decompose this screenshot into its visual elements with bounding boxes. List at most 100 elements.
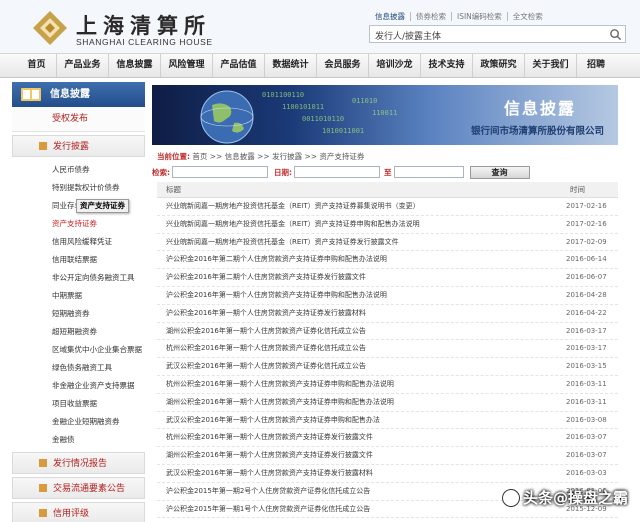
nav-training[interactable]: 培训沙龙: [369, 54, 421, 77]
row-date: 2016-06-07: [566, 273, 607, 282]
table-row: 兴业皖新阅嘉一期房地产投资信托基金（REIT）资产支持证券发行披露文件 2017-…: [157, 234, 618, 252]
table-row: 武汉公积金2016年第一期个人住房贷款资产支持证券申购和配售办法 2016-03-…: [157, 412, 618, 430]
row-date: 2016-03-11: [566, 397, 607, 406]
row-title-link[interactable]: 兴业皖新阅嘉一期房地产投资信托基金（REIT）资产支持证券申购和配售办法说明: [157, 216, 566, 233]
sidebar-section-issuance-report[interactable]: 发行情况报告: [12, 452, 145, 474]
nav-disclosure[interactable]: 信息披露: [109, 54, 161, 77]
top-link-fulltext-search[interactable]: 全文检索: [508, 12, 548, 21]
row-title-link[interactable]: 沪公积金2016年第二期个人住房贷款资产支持证券发行披露文件: [157, 269, 566, 286]
row-date: 2016-06-14: [566, 255, 607, 264]
sidebar-item-cp[interactable]: 短期融资券: [52, 305, 145, 323]
nav-policy[interactable]: 政策研究: [473, 54, 525, 77]
row-date: 2016-03-15: [566, 362, 607, 371]
row-title-link[interactable]: 杭州公积金2016年第一期个人住房贷款资产支持证券申购和配售办法说明: [157, 376, 566, 393]
nav-jobs[interactable]: 招聘: [577, 54, 615, 77]
nav-risk[interactable]: 风险管理: [161, 54, 213, 77]
top-link-isin-search[interactable]: ISIN编码检索: [452, 12, 508, 21]
query-button[interactable]: 查询: [469, 165, 530, 179]
nav-tech[interactable]: 技术支持: [421, 54, 473, 77]
row-title-link[interactable]: 湖州公积金2016年第一期个人住房贷款资产支持证券发行披露文件: [157, 447, 566, 464]
date-to-input[interactable]: [393, 166, 464, 178]
keyword-input[interactable]: [172, 166, 268, 178]
row-date: 2017-02-09: [566, 237, 607, 246]
bullet-icon: [39, 459, 47, 467]
sidebar-item-fin-cp[interactable]: 金融企业短期融资券: [52, 413, 145, 431]
row-title-link[interactable]: 沪公积金2016年第一期个人住房贷款资产支持证券申购和配售办法说明: [157, 287, 566, 304]
sidebar-item-sme-notes[interactable]: 区域集优中小企业集合票据: [52, 341, 145, 359]
row-date: 2016-04-28: [566, 290, 607, 299]
nav-statistics[interactable]: 数据统计: [265, 54, 317, 77]
row-date: 2016-03-11: [566, 379, 607, 388]
svg-text:011010: 011010: [352, 97, 377, 105]
section-label: 交易流通要素公告: [53, 484, 126, 494]
svg-text:0011010110: 0011010110: [302, 115, 344, 123]
sidebar-item-prn[interactable]: 项目收益票据: [52, 395, 145, 413]
top-link-disclosure[interactable]: 信息披露: [375, 12, 411, 21]
nav-about[interactable]: 关于我们: [525, 54, 577, 77]
main-nav: 首页 产品业务 信息披露 风险管理 产品估值 数据统计 会员服务 培训沙龙 技术…: [0, 53, 640, 78]
sidebar-item-abs[interactable]: 资产支持证券: [52, 215, 145, 233]
sidebar-item-rmb-bonds[interactable]: 人民币债券: [52, 161, 145, 179]
row-title-link[interactable]: 武汉公积金2016年第一期个人住房贷款资产证券化信托成立公告: [157, 358, 566, 375]
table-row: 杭州公积金2016年第一期个人住房贷款资产支持证券发行披露文件 2016-03-0…: [157, 429, 618, 448]
banner-title: 信息披露: [503, 99, 576, 118]
sidebar-item-crmw[interactable]: 信用风险缓释凭证: [52, 233, 145, 251]
row-title-link[interactable]: 杭州公积金2016年第一期个人住房贷款资产证券化信托成立公告: [157, 340, 566, 357]
table-row: 沪公积金2016年第二期个人住房贷款资产支持证券申购和配售办法说明 2016-06…: [157, 251, 618, 270]
table-row: 杭州公积金2016年第一期个人住房贷款资产支持证券申购和配售办法说明 2016-0…: [157, 376, 618, 394]
row-title-link[interactable]: 武汉公积金2016年第一期个人住房贷款资产支持证券发行披露材料: [157, 465, 566, 482]
sidebar-item-ppn[interactable]: 非公开定向债务融资工具: [52, 269, 145, 287]
section-label: 发行披露: [53, 142, 90, 152]
sidebar-item-sdr-bonds[interactable]: 特别提款权计价债券: [52, 179, 145, 197]
nav-member[interactable]: 会员服务: [317, 54, 369, 77]
bullet-icon: [39, 142, 47, 150]
sidebar-section-issuance-disclosure[interactable]: 发行披露: [12, 135, 145, 157]
nav-products[interactable]: 产品业务: [57, 54, 109, 77]
banner-subtitle: 银行间市场清算所股份有限公司: [470, 126, 604, 137]
row-date: 2016-03-17: [566, 326, 607, 335]
row-title-link[interactable]: 沪公积金2016年第一期个人住房贷款资产支持证券发行披露材料: [157, 305, 566, 322]
table-row: 湖州公积金2016年第一期个人住房贷款资产证券化信托成立公告 2016-03-17: [157, 323, 618, 341]
sidebar-subitems: 人民币债券 特别提款权计价债券 同业存单 资产支持证券 资产支持证券 信用风险缓…: [12, 157, 145, 449]
sidebar-section-credit-rating[interactable]: 信用评级: [12, 502, 145, 522]
sidebar-item-mtn[interactable]: 中期票据: [52, 287, 145, 305]
nav-valuation[interactable]: 产品估值: [213, 54, 265, 77]
search-label: 检索:: [152, 167, 170, 177]
sidebar-item-authorized-release[interactable]: 受权发布: [12, 107, 145, 132]
logo-icon[interactable]: [30, 8, 70, 48]
date-from-input[interactable]: [294, 166, 380, 178]
row-date: 2016-04-22: [566, 308, 607, 317]
row-title-link[interactable]: 湖州公积金2016年第一期个人住房贷款资产支持证券申购和配售办法说明: [157, 394, 566, 411]
row-title-link[interactable]: 杭州公积金2016年第一期个人住房贷款资产支持证券发行披露文件: [157, 429, 566, 446]
row-title-link[interactable]: 湖州公积金2016年第一期个人住房贷款资产证券化信托成立公告: [157, 323, 566, 340]
sidebar-item-scp[interactable]: 超短期融资券: [52, 323, 145, 341]
book-icon: [21, 88, 41, 101]
row-title-link[interactable]: 兴业皖新阅嘉一期房地产投资信托基金（REIT）资产支持证券发行披露文件: [157, 234, 566, 251]
row-date: 2016-03-07: [566, 451, 607, 460]
row-date: 2016-03-08: [566, 415, 607, 424]
row-title-link[interactable]: 武汉公积金2016年第一期个人住房贷款资产支持证券申购和配售办法: [157, 412, 566, 429]
bullet-icon: [39, 484, 47, 492]
sidebar-section-trading-notice[interactable]: 交易流通要素公告: [12, 477, 145, 499]
row-title-link[interactable]: 沪公积金2016年第二期个人住房贷款资产支持证券申购和配售办法说明: [157, 251, 566, 268]
row-title-link[interactable]: 兴业皖新阅嘉一期房地产投资信托基金（REIT）资产支持证券募集说明书（变更）: [157, 198, 566, 215]
section-label: 发行情况报告: [53, 459, 108, 469]
top-link-bond-search[interactable]: 债券检索: [411, 12, 452, 21]
sidebar-item-abn[interactable]: 非金融企业资产支持票据: [52, 377, 145, 395]
sidebar: 信息披露 受权发布 发行披露 人民币债券 特别提款权计价债券 同业存单 资产支持…: [12, 82, 145, 522]
table-row: 湖州公积金2016年第一期个人住房贷款资产支持证券发行披露文件 2016-03-0…: [157, 447, 618, 465]
search-icon[interactable]: [609, 28, 622, 41]
table-row: 沪公积金2016年第一期个人住房贷款资产支持证券申购和配售办法说明 2016-04…: [157, 287, 618, 305]
row-date: 2016-03-07: [566, 433, 607, 442]
sidebar-title: 信息披露: [50, 89, 90, 100]
date-to-label: 至: [384, 167, 392, 177]
sidebar-item-ncd[interactable]: 同业存单 资产支持证券: [52, 197, 145, 215]
breadcrumb-path[interactable]: 首页 >> 信息披露 >> 发行披露 >> 资产支持证券: [192, 152, 364, 161]
issuer-search-input[interactable]: 发行人/披露主体: [369, 25, 626, 43]
nav-home[interactable]: 首页: [17, 54, 57, 77]
table-row: 沪公积金2016年第一期个人住房贷款资产支持证券发行披露材料 2016-04-22: [157, 305, 618, 323]
sidebar-item-cln[interactable]: 信用联结票据: [52, 251, 145, 269]
sidebar-item-green-notes[interactable]: 绿色债务融资工具: [52, 359, 145, 377]
table-row: 湖州公积金2016年第一期个人住房贷款资产支持证券申购和配售办法说明 2016-0…: [157, 394, 618, 412]
sidebar-item-fin-bonds[interactable]: 金融债: [52, 431, 145, 449]
